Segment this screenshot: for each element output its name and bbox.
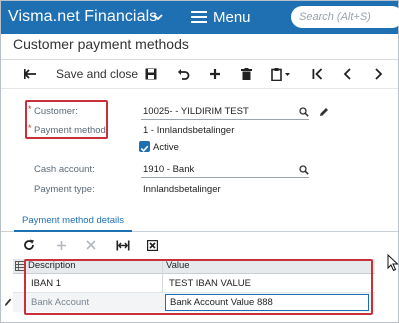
- chevron-down-icon[interactable]: [151, 10, 165, 24]
- cash-account-label: Cash account:: [34, 164, 95, 175]
- refresh-icon: [24, 239, 34, 250]
- undo-icon: [178, 69, 190, 80]
- pencil-icon: [5, 298, 12, 306]
- floppy-disk-icon: [145, 68, 157, 80]
- fit-width-icon: [116, 240, 130, 250]
- undo-button[interactable]: [177, 65, 190, 83]
- close-icon: [86, 240, 96, 250]
- add-button[interactable]: [209, 65, 221, 83]
- payment-type-value: Innlandsbetalinger: [143, 184, 221, 195]
- plus-icon: [210, 69, 220, 79]
- grid-toolbar: [1, 234, 398, 254]
- search-icon[interactable]: [299, 165, 309, 175]
- trash-icon: [241, 68, 252, 80]
- active-checkbox[interactable]: [139, 141, 150, 152]
- cash-account-field[interactable]: 1910 - Bank: [143, 164, 194, 175]
- app-brand[interactable]: Visma.net Financials: [8, 8, 157, 26]
- highlight-box: [24, 259, 373, 315]
- chevron-left-icon: [343, 68, 351, 80]
- search-icon[interactable]: [299, 107, 309, 117]
- highlight-box: [25, 100, 108, 139]
- delete-button[interactable]: [241, 65, 252, 83]
- mouse-cursor-icon: [387, 254, 399, 272]
- page-title: Customer payment methods: [13, 36, 189, 52]
- save-button[interactable]: [145, 65, 157, 83]
- plus-icon: [57, 240, 66, 250]
- tab-bar: Payment method details: [1, 213, 398, 232]
- search-input[interactable]: [291, 6, 399, 28]
- clipboard-icon: [271, 67, 290, 81]
- arrow-left-icon: [23, 69, 36, 79]
- menu-button[interactable]: Menu: [213, 9, 251, 26]
- chevron-right-icon: [375, 68, 383, 80]
- customer-field[interactable]: 10025- - YILDIRIM TEST: [143, 106, 249, 117]
- previous-record-button[interactable]: [343, 65, 352, 83]
- hamburger-icon[interactable]: [191, 11, 207, 23]
- active-label: Active: [153, 142, 179, 153]
- top-bar: Visma.net Financials Menu: [1, 1, 399, 34]
- add-row-button[interactable]: [56, 236, 67, 254]
- next-record-button[interactable]: [374, 65, 383, 83]
- save-and-close-button[interactable]: Save and close: [56, 65, 138, 83]
- refresh-button[interactable]: [23, 236, 35, 254]
- main-toolbar: Save and close: [1, 59, 398, 89]
- checkmark-icon: [140, 145, 149, 152]
- delete-row-button[interactable]: [86, 236, 96, 254]
- excel-icon: [147, 239, 158, 251]
- back-button[interactable]: [23, 65, 37, 83]
- cash-account-underline: [141, 177, 309, 178]
- tab-payment-method-details[interactable]: Payment method details: [14, 213, 132, 232]
- payment-method-value: 1 - Innlandsbetalinger: [143, 125, 235, 136]
- copy-paste-button[interactable]: [271, 65, 291, 83]
- export-excel-button[interactable]: [147, 236, 158, 254]
- fit-columns-button[interactable]: [116, 236, 130, 254]
- payment-type-label: Payment type:: [34, 184, 95, 195]
- pencil-icon[interactable]: [319, 107, 329, 117]
- first-page-icon: [312, 68, 323, 80]
- first-record-button[interactable]: [312, 65, 323, 83]
- customer-field-underline: [141, 119, 309, 120]
